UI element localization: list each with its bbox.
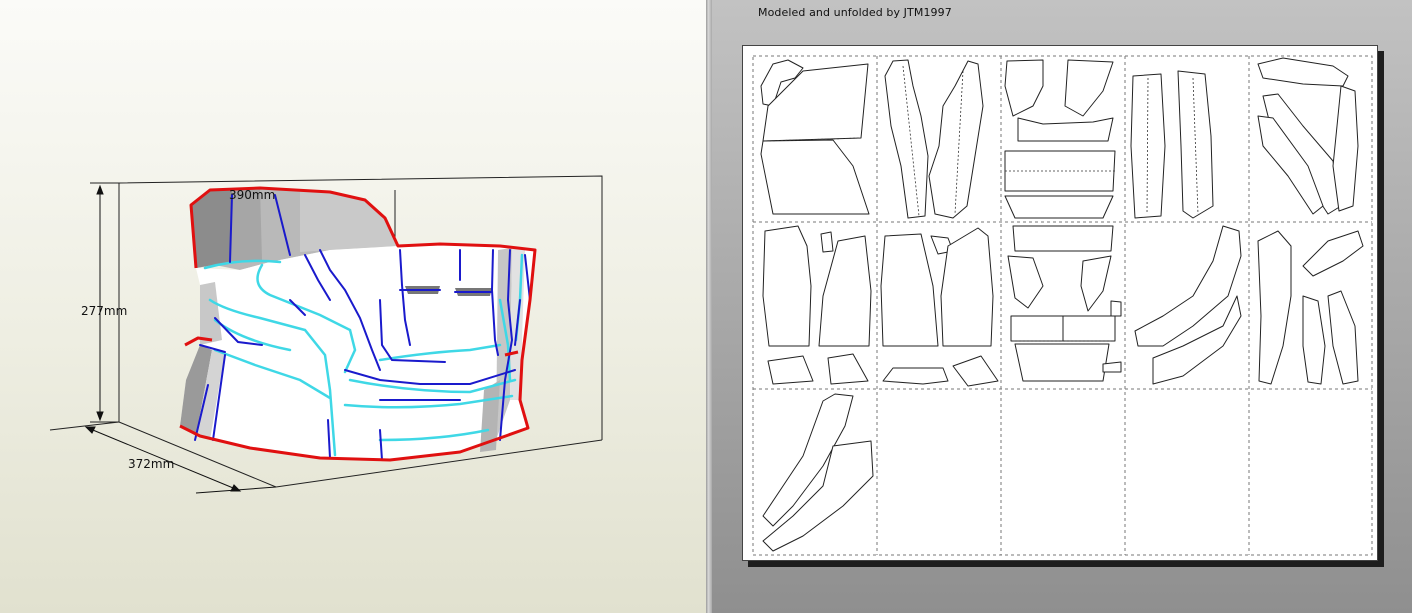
part-pieces [760, 57, 1364, 552]
paper-sheet [742, 45, 1378, 561]
3d-model-viewport[interactable]: 390mm 277mm 372mm [0, 0, 706, 613]
helmet-mesh [179, 186, 537, 462]
width-dimension-label: 390mm [229, 188, 276, 202]
2d-unfold-viewport[interactable]: Modeled and unfolded by JTM1997 [712, 0, 1412, 613]
author-credit: Modeled and unfolded by JTM1997 [758, 6, 952, 19]
height-dimension-label: 277mm [81, 304, 128, 318]
unfolded-parts-drawing [752, 55, 1373, 556]
depth-dimension-label: 372mm [128, 457, 175, 471]
